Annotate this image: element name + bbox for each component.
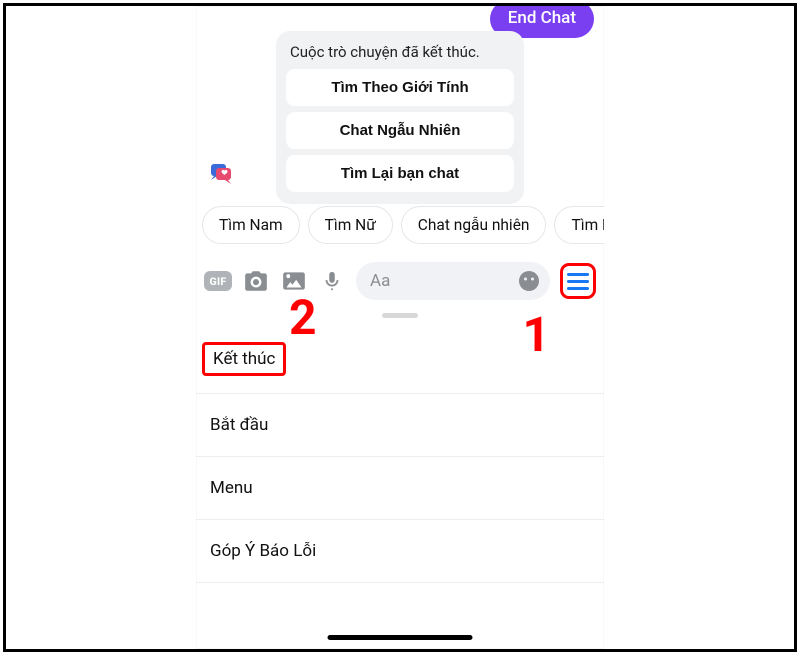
mic-icon [321,269,343,293]
camera-icon [243,268,269,294]
hamburger-menu-button[interactable] [560,263,596,299]
chip-random-chat[interactable]: Chat ngẫu nhiên [401,206,547,244]
system-message-title: Cuộc trò chuyện đã kết thúc. [290,43,510,61]
tutorial-frame: End Chat Cuộc trò chuyện đã kết thúc. Tì… [3,3,797,652]
gif-button[interactable]: GIF [204,267,232,295]
emoji-button[interactable] [516,268,542,294]
suggestion-chip-row: Tìm Nam Tìm Nữ Chat ngẫu nhiên Tìm L [196,206,604,244]
sheet-drag-handle[interactable] [382,313,418,318]
message-input[interactable]: Aa [356,262,550,300]
mic-button[interactable] [318,267,346,295]
hamburger-icon [567,273,589,290]
phone-screen: End Chat Cuộc trò chuyện đã kết thúc. Tì… [196,6,604,649]
random-chat-button[interactable]: Chat Ngẫu Nhiên [286,112,514,149]
system-message-card: Cuộc trò chuyện đã kết thúc. Tìm Theo Gi… [276,31,524,204]
message-input-placeholder: Aa [370,271,516,291]
menu-item-feedback[interactable]: Góp Ý Báo Lỗi [196,520,604,583]
gif-icon: GIF [204,271,232,291]
menu-item-start[interactable]: Bắt đầu [196,394,604,457]
home-indicator[interactable] [328,635,473,641]
menu-sheet: Kết thúc Bắt đầu Menu Góp Ý Báo Lỗi [196,334,604,583]
chip-find-male[interactable]: Tìm Nam [202,206,300,244]
camera-button[interactable] [242,267,270,295]
menu-item-end[interactable]: Kết thúc [196,334,604,394]
bot-avatar-icon [209,161,233,185]
find-again-button[interactable]: Tìm Lại bạn chat [286,155,514,192]
menu-item-end-highlight: Kết thúc [202,342,286,376]
composer-bar: GIF Aa [196,256,604,306]
smiley-icon [517,269,541,293]
chip-more[interactable]: Tìm L [554,206,604,244]
menu-item-menu[interactable]: Menu [196,457,604,520]
chip-find-female[interactable]: Tìm Nữ [308,206,393,244]
find-by-gender-button[interactable]: Tìm Theo Giới Tính [286,69,514,106]
